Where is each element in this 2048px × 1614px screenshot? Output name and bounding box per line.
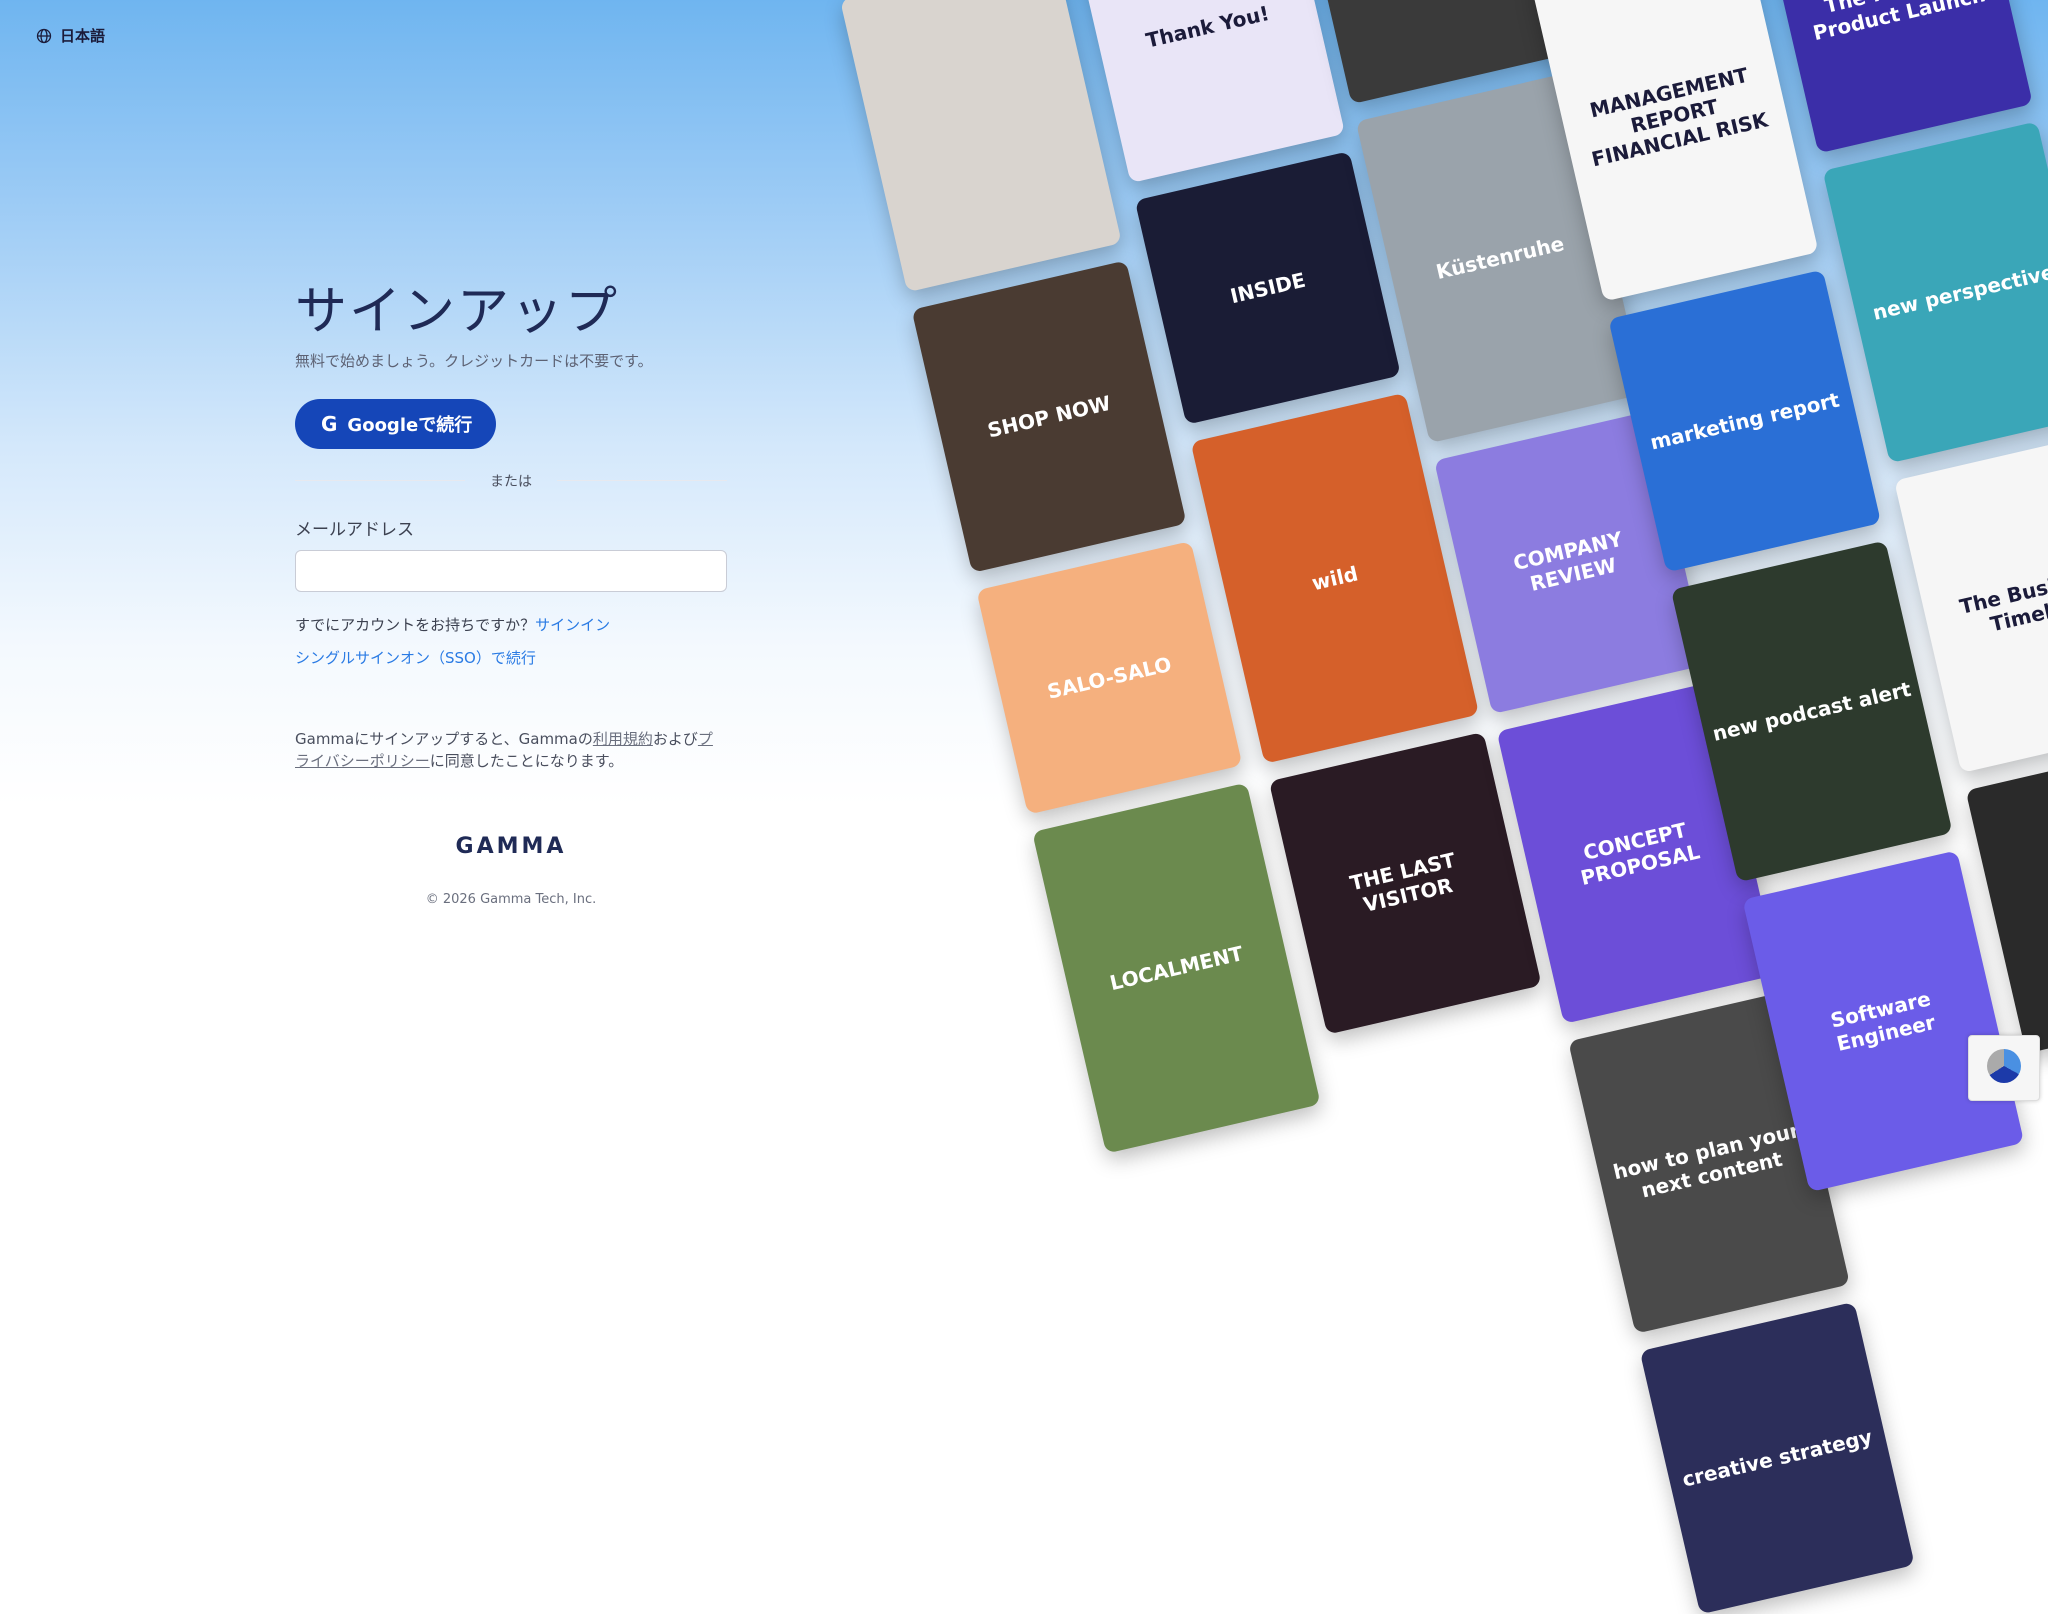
language-label: 日本語 [60,27,106,45]
gamma-logo: GAMMA [455,834,567,859]
recaptcha-icon [1987,1049,2021,1083]
template-card: Thank You! [1070,0,1346,184]
template-card: LOCALMENT [1032,782,1321,1154]
page-title: サインアップ [295,282,620,342]
email-label: メールアドレス [295,520,414,540]
google-continue-button[interactable]: G Googleで続行 [295,399,497,449]
recaptcha-badge[interactable] [1968,1035,2040,1101]
have-account-label: すでにアカウントをお持ちですか？ [295,616,536,634]
google-button-label: Googleで続行 [347,415,473,436]
or-divider: または [295,471,727,490]
template-card: wild [1190,392,1480,764]
terms-link[interactable]: 利用規約 [593,730,653,748]
template-collage: SHOP NOW SALO-SALO LOCALMENT Thank You! INSI… [780,0,2048,1614]
template-card: SALO-SALO [976,540,1243,815]
template-card: INSIDE [1134,151,1401,425]
globe-icon [36,28,52,43]
legal-pre: Gammaにサインアップすると、Gammaの [295,730,593,748]
or-label: または [490,474,532,490]
google-icon: G [321,412,338,436]
copyright: © 2026 Gamma Tech, Inc. [425,892,597,907]
have-account-text: すでにアカウントをお持ちですか？サインイン [295,614,727,635]
legal-notice: Gammaにサインアップすると、Gammaの利用規約およびプライバシーポリシーに… [295,728,727,772]
template-card: The NewApp Product Launch [1760,0,2033,154]
template-card: SHOP NOW [911,260,1187,573]
legal-and: および [652,730,698,748]
page-subtitle: 無料で始めましょう。クレジットカードは不要です。 [295,352,653,370]
signin-link[interactable]: サインイン [535,616,610,634]
template-card: THE LAST VISITOR [1268,731,1542,1035]
template-card [840,0,1122,293]
signup-form: サインアップ 無料で始めましょう。クレジットカードは不要です。 G Google… [295,280,727,772]
language-selector[interactable]: 日本語 [36,25,105,46]
template-card: creative strategy [1639,1301,1915,1614]
legal-post: に同意したことになります。 [429,752,624,770]
sso-link[interactable]: シングルサインオン（SSO）で続行 [295,647,727,668]
email-field[interactable] [295,550,727,592]
template-card: new perspective [1822,121,2048,464]
